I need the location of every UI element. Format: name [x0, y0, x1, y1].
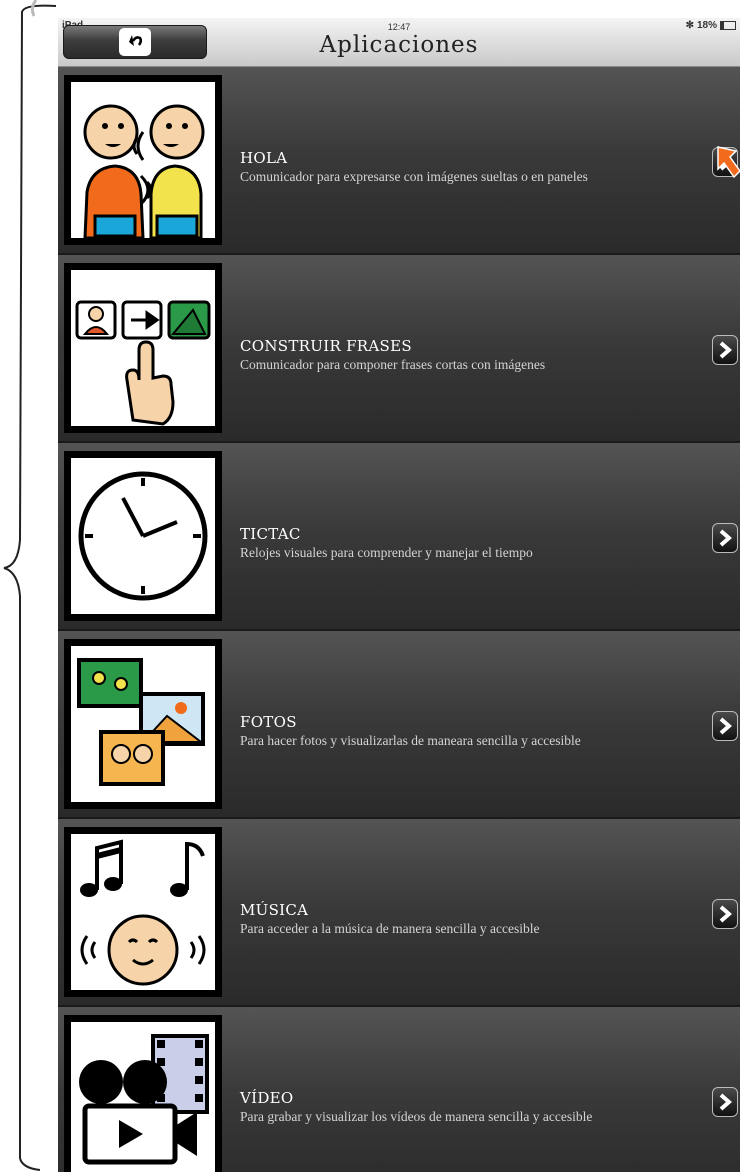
- battery-icon: [720, 21, 736, 30]
- list-item-text: VÍDEO Para grabar y visualizar los vídeo…: [240, 1089, 660, 1125]
- conversation-icon: [64, 75, 222, 245]
- ipad-screen: iPad 12:47 ✻ 18% Aplicaciones: [58, 18, 740, 1172]
- app-description: Para grabar y visualizar los vídeos de m…: [240, 1109, 593, 1124]
- list-item-text: HOLA Comunicador para expresarse con imá…: [240, 149, 660, 185]
- list-item-text: FOTOS Para hacer fotos y visualizarlas d…: [240, 713, 660, 749]
- status-right: ✻ 18%: [686, 20, 736, 31]
- navigation-bar: iPad 12:47 ✻ 18% Aplicaciones: [58, 18, 740, 67]
- chevron-right-icon[interactable]: [712, 899, 738, 929]
- music-icon: [64, 827, 222, 997]
- app-title: TICTAC: [240, 525, 301, 543]
- chevron-right-icon[interactable]: [712, 523, 738, 553]
- app-title: CONSTRUIR FRASES: [240, 337, 412, 355]
- clock-icon: [64, 451, 222, 621]
- app-description: Comunicador para componer frases cortas …: [240, 357, 546, 372]
- battery-percent: 18%: [696, 20, 717, 31]
- annotation-bracket: [3, 0, 57, 1171]
- list-item-text: TICTAC Relojes visuales para comprender …: [240, 525, 660, 561]
- pointer-arrow-icon: [717, 146, 740, 179]
- list-item-musica[interactable]: MÚSICA Para acceder a la música de maner…: [58, 819, 740, 1007]
- app-description: Relojes visuales para comprender y manej…: [240, 545, 533, 560]
- list-item-fotos[interactable]: FOTOS Para hacer fotos y visualizarlas d…: [58, 631, 740, 819]
- page-title: Aplicaciones: [319, 32, 479, 58]
- app-description: Comunicador para expresarse con imágenes…: [240, 169, 588, 184]
- app-title: FOTOS: [240, 713, 297, 731]
- build-sentence-icon: [64, 263, 222, 433]
- chevron-right-icon[interactable]: [712, 1087, 738, 1117]
- video-icon: [64, 1015, 222, 1172]
- list-item-tictac[interactable]: TICTAC Relojes visuales para comprender …: [58, 443, 740, 631]
- chevron-right-icon[interactable]: [712, 335, 738, 365]
- app-title: VÍDEO: [240, 1089, 294, 1107]
- list-item-text: MÚSICA Para acceder a la música de maner…: [240, 901, 660, 937]
- list-item-video[interactable]: VÍDEO Para grabar y visualizar los vídeo…: [58, 1007, 740, 1172]
- photos-icon: [64, 639, 222, 809]
- list-item-text: CONSTRUIR FRASES Comunicador para compon…: [240, 337, 660, 373]
- list-item-hola[interactable]: HOLA Comunicador para expresarse con imá…: [58, 67, 740, 255]
- bluetooth-icon: ✻: [685, 20, 694, 31]
- app-description: Para hacer fotos y visualizarlas de mane…: [240, 733, 581, 748]
- app-title: MÚSICA: [240, 901, 309, 919]
- app-title: HOLA: [240, 149, 288, 167]
- list-item-construir-frases[interactable]: CONSTRUIR FRASES Comunicador para compon…: [58, 255, 740, 443]
- chevron-right-icon[interactable]: [712, 711, 738, 741]
- app-list: HOLA Comunicador para expresarse con imá…: [58, 67, 740, 1172]
- app-description: Para acceder a la música de manera senci…: [240, 921, 540, 936]
